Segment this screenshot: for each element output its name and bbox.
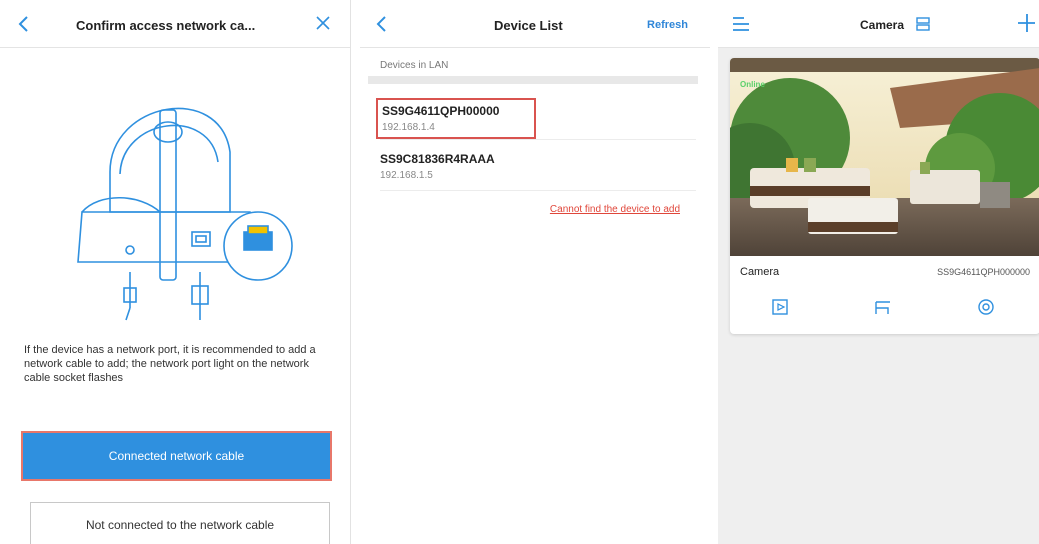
refresh-button[interactable]: Refresh <box>647 19 688 31</box>
instruction-text: If the device has a network port, it is … <box>24 344 316 384</box>
camera-home-panel: Camera Online Camera SS9G4611QPH000000 <box>718 0 1039 544</box>
page-title: Camera <box>860 18 905 32</box>
divider <box>380 190 696 191</box>
close-icon[interactable] <box>314 14 332 32</box>
not-connected-network-cable-button[interactable]: Not connected to the network cable <box>30 502 330 544</box>
settings-gear-icon[interactable] <box>975 296 997 318</box>
device-list-panel: Device List Refresh Devices in LAN SS9G4… <box>360 0 710 544</box>
camera-network-illustration-icon <box>77 107 293 321</box>
page-title: Confirm access network ca... <box>76 18 256 33</box>
device-ip: 192.168.1.4 <box>382 122 435 133</box>
connected-network-cable-button[interactable]: Connected network cable <box>21 431 332 481</box>
top-bar: Device List Refresh <box>360 0 710 48</box>
camera-card[interactable]: Online Camera SS9G4611QPH000000 <box>730 58 1039 334</box>
camera-name: Camera <box>740 266 780 278</box>
device-list-item[interactable]: SS9C81836R4RAAA 192.168.1.5 <box>380 152 495 181</box>
top-bar: Confirm access network ca... <box>0 0 350 48</box>
cannot-find-device-link[interactable]: Cannot find the device to add <box>550 204 680 215</box>
confirm-access-panel: Confirm access network ca... If the devi… <box>0 0 351 544</box>
layout-grid-icon[interactable] <box>916 17 930 31</box>
divider <box>380 139 696 140</box>
playback-icon[interactable] <box>770 296 792 318</box>
device-serial: SS9G4611QPH00000 <box>382 104 500 118</box>
device-list-item[interactable]: SS9G4611QPH00000 192.168.1.4 <box>376 98 536 139</box>
camera-preview-image[interactable] <box>730 58 1039 256</box>
back-arrow-icon[interactable] <box>372 14 392 34</box>
online-status-badge: Online <box>740 80 765 89</box>
camera-serial: SS9G4611QPH000000 <box>937 267 1030 277</box>
back-arrow-icon[interactable] <box>14 14 34 34</box>
page-title: Device List <box>494 18 563 33</box>
menu-icon[interactable] <box>732 16 750 32</box>
divider <box>368 76 698 84</box>
camera-actions <box>730 296 1039 324</box>
add-device-icon[interactable] <box>1015 12 1035 34</box>
device-ip: 192.168.1.5 <box>380 170 433 181</box>
top-bar: Camera <box>718 0 1039 48</box>
cloud-storage-icon[interactable] <box>872 296 894 318</box>
device-serial: SS9C81836R4RAAA <box>380 152 495 166</box>
section-label: Devices in LAN <box>380 60 449 71</box>
screen: Confirm access network ca... If the devi… <box>0 0 1039 544</box>
